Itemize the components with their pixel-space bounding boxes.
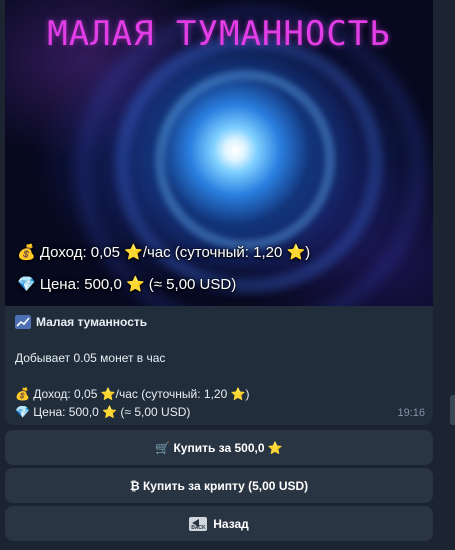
nebula-image: МАЛАЯ ТУМАННОСТЬ 💰 Доход: 0,05 ⭐/час (су…: [5, 0, 433, 306]
chart-icon: [15, 315, 31, 329]
message-time: 19:16: [397, 407, 425, 419]
buy-crypto-label: ₿ Купить за крипту (5,00 USD): [129, 478, 309, 493]
message-bubble: МАЛАЯ ТУМАННОСТЬ 💰 Доход: 0,05 ⭐/час (су…: [5, 0, 433, 425]
banner-title: МАЛАЯ ТУМАННОСТЬ: [47, 14, 391, 54]
back-label: Назад: [213, 516, 249, 531]
message-title-row: Малая туманность: [15, 313, 423, 331]
nebula-ring-inner: [155, 70, 335, 250]
message-title: Малая туманность: [36, 315, 148, 329]
banner-income: 💰 Доход: 0,05 ⭐/час (суточный: 1,20 ⭐): [17, 244, 311, 261]
back-arrow-icon: BACK: [189, 516, 208, 531]
buy-stars-label: 🛒 Купить за 500,0 ⭐: [155, 440, 283, 455]
message-income: 💰 Доход: 0,05 ⭐/час (суточный: 1,20 ⭐): [15, 387, 250, 401]
message-price: 💎 Цена: 500,0 ⭐ (≈ 5,00 USD): [15, 405, 191, 419]
message-text: Малая туманность Добывает 0.05 монет в ч…: [5, 306, 433, 421]
buy-crypto-button[interactable]: ₿ Купить за крипту (5,00 USD): [5, 468, 433, 503]
banner-price: 💎 Цена: 500,0 ⭐ (≈ 5,00 USD): [17, 276, 237, 293]
back-button[interactable]: BACK Назад: [5, 506, 433, 541]
message-description: Добывает 0.05 монет в час: [15, 351, 166, 365]
scroll-handle[interactable]: [450, 395, 455, 425]
buy-stars-button[interactable]: 🛒 Купить за 500,0 ⭐: [5, 430, 433, 465]
